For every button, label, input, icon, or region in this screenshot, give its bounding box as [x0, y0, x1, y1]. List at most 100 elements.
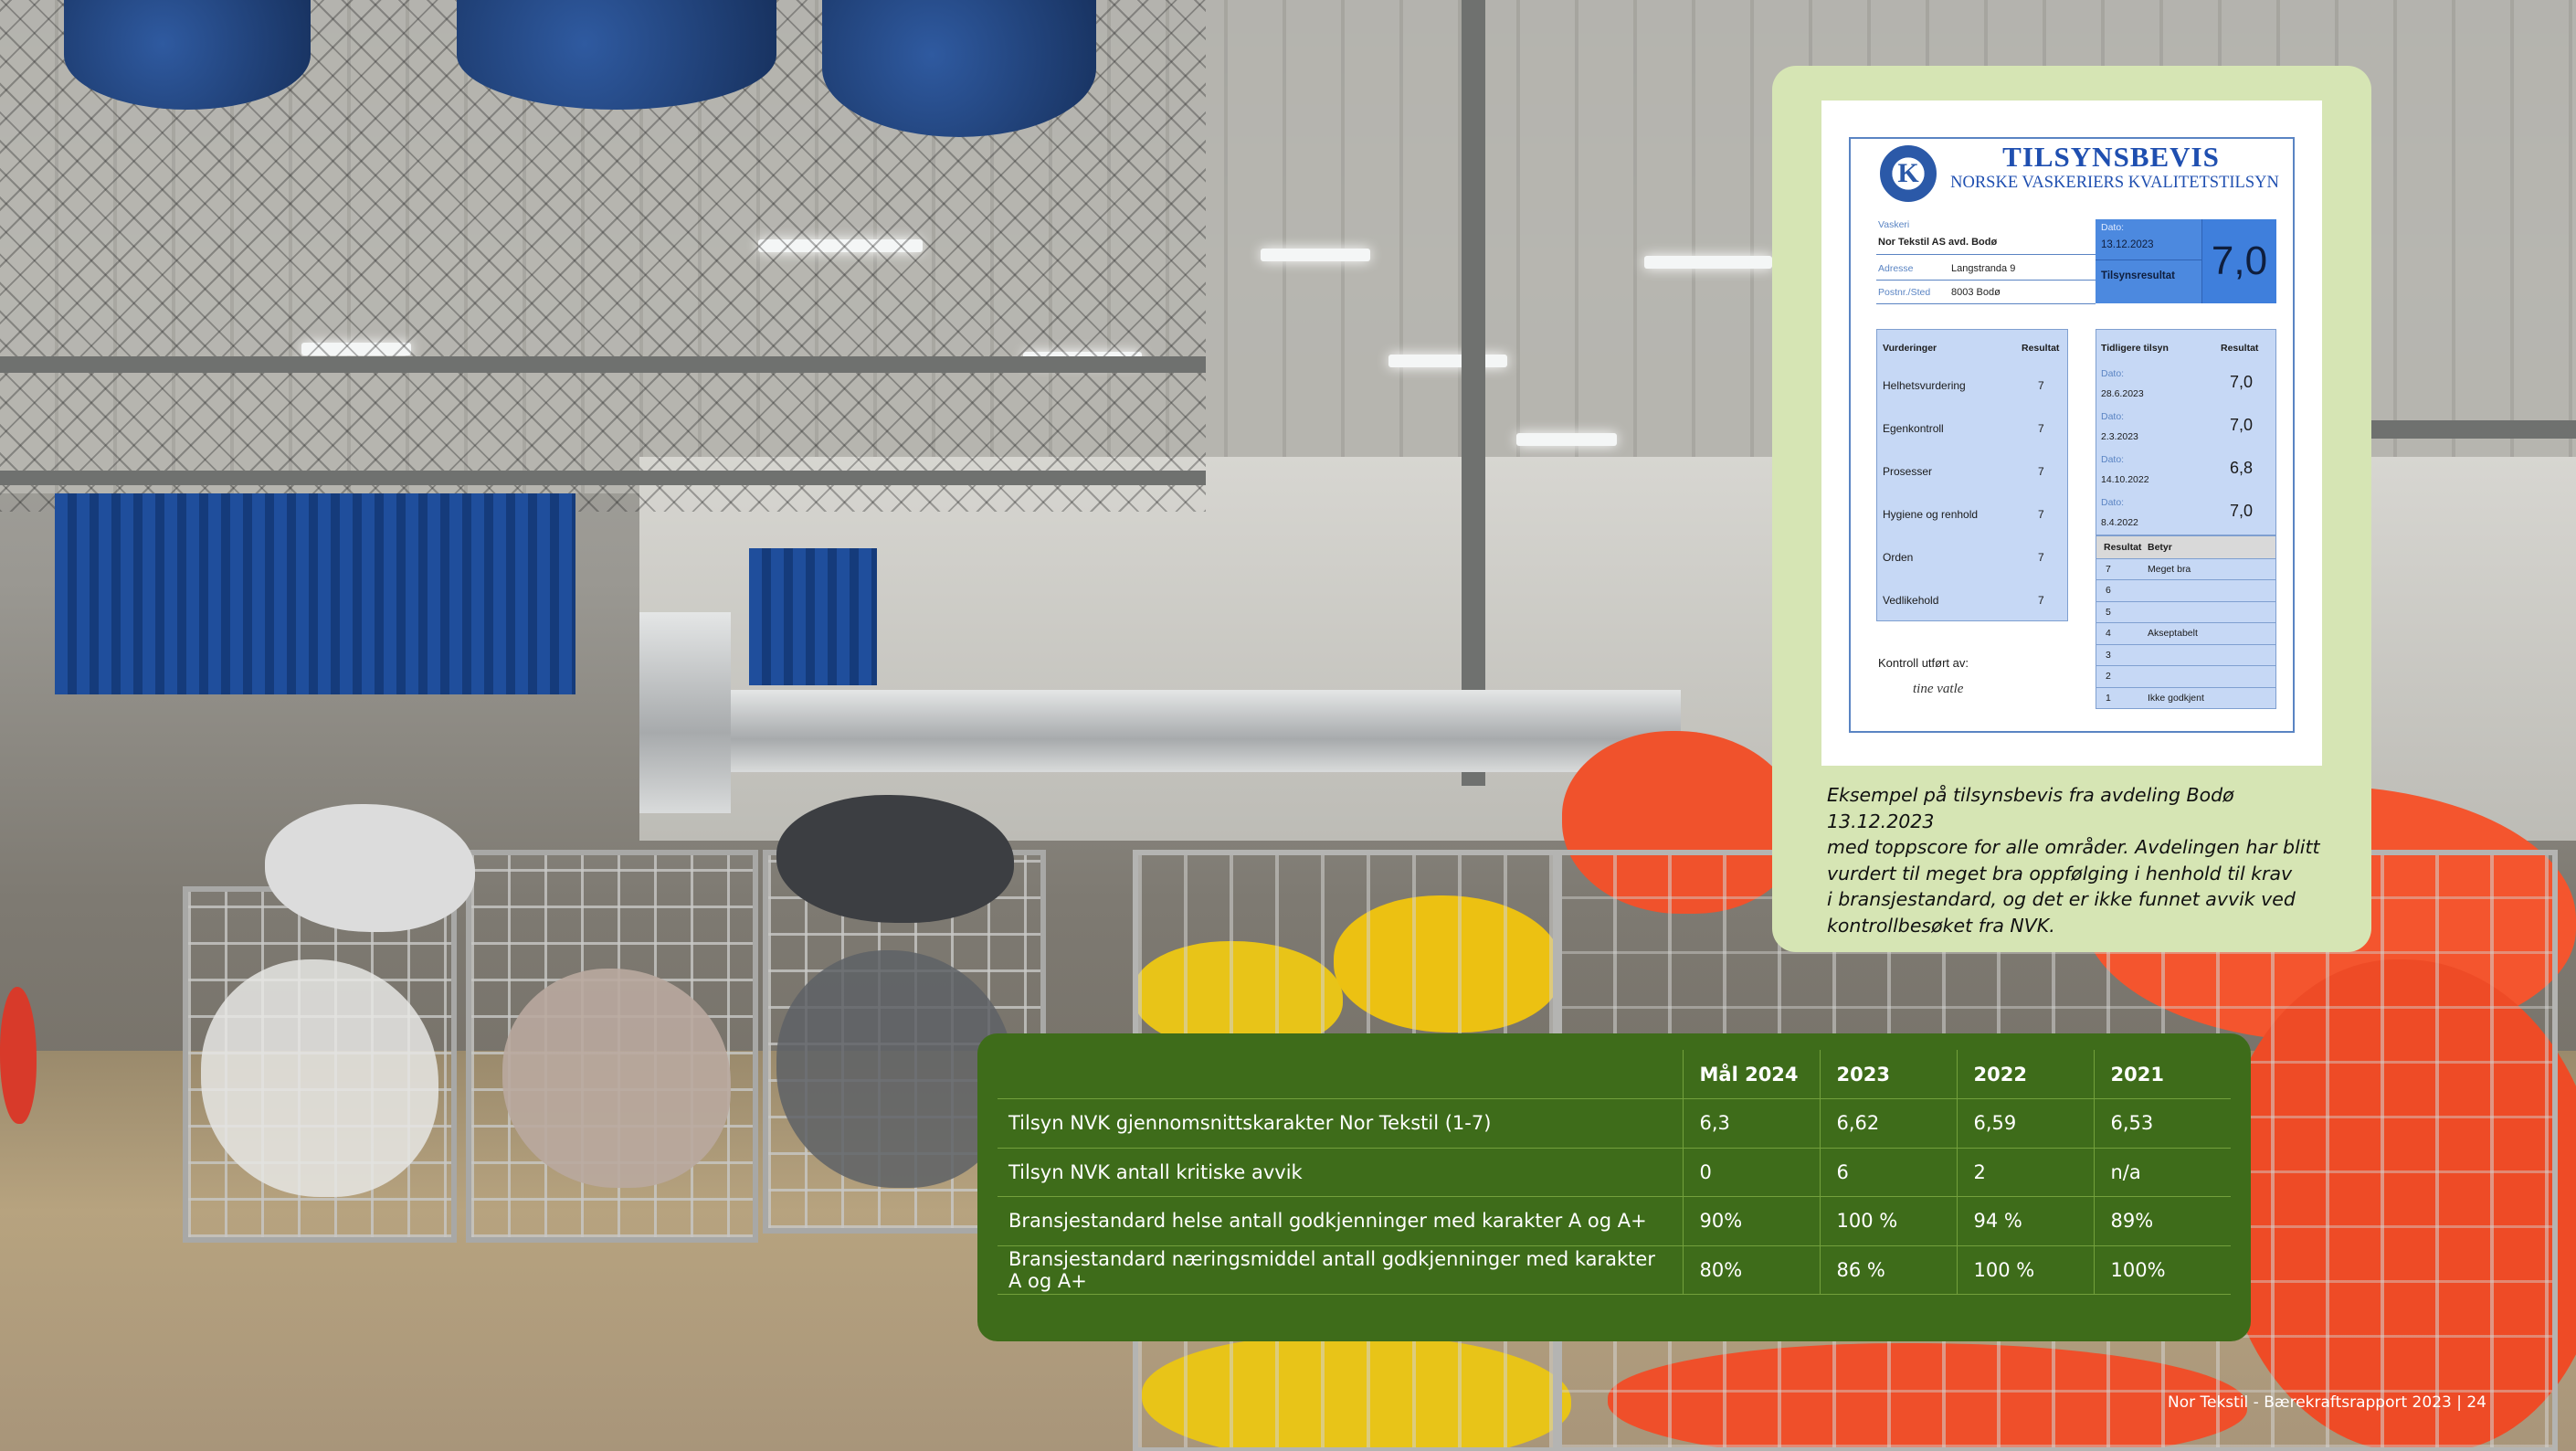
assessments-box: Vurderinger Resultat Helhetsvurdering 7 …	[1876, 329, 2068, 621]
table-cell: 80%	[1682, 1245, 1820, 1295]
row-label: Tilsyn NVK antall kritiske avvik	[998, 1148, 1683, 1197]
blue-garments	[749, 548, 877, 685]
assessment-label: Egenkontroll	[1883, 422, 1944, 435]
ceiling-light	[1261, 249, 1370, 261]
steel-beam	[0, 356, 1206, 373]
nvk-logo-icon: K	[1880, 145, 1937, 202]
ceiling-light	[1644, 256, 1772, 269]
previous-date: 8.4.2022	[2101, 517, 2138, 528]
scale-row: 2	[2096, 665, 2275, 687]
overhead-bag	[457, 0, 776, 110]
field-value: Nor Tekstil AS avd. Bodø	[1878, 237, 1998, 248]
table-row: Tilsyn NVK gjennomsnittskarakter Nor Tek…	[998, 1098, 2231, 1149]
assessment-value: 7	[2038, 594, 2044, 607]
field-label: Adresse	[1878, 263, 1914, 274]
assessment-label: Vedlikehold	[1883, 594, 1939, 607]
row-label: Bransjestandard næringsmiddel antall god…	[998, 1245, 1683, 1295]
assessment-label: Hygiene og renhold	[1883, 508, 1979, 521]
inspection-date: 13.12.2023	[2101, 239, 2154, 250]
previous-date: 28.6.2023	[2101, 388, 2144, 399]
overhead-bag	[64, 0, 311, 110]
signature: tine vatle	[1913, 682, 1964, 696]
field-divider	[1876, 254, 2096, 255]
table-cell: 6,3	[1682, 1098, 1820, 1149]
certificate-image: K TILSYNSBEVIS NORSKE VASKERIERS KVALITE…	[1821, 101, 2322, 766]
assessment-value: 7	[2038, 422, 2044, 435]
field-label: Postnr./Sted	[1878, 287, 1931, 298]
inspection-result-box: Dato: 13.12.2023 Tilsynsresultat 7,0	[2096, 219, 2276, 303]
white-sack	[265, 804, 475, 932]
assessment-value: 7	[2038, 465, 2044, 478]
previous-score: 7,0	[2230, 416, 2254, 434]
inspection-score: 7,0	[2211, 238, 2268, 283]
field-label: Vaskeri	[1878, 219, 1910, 230]
previous-score: 7,0	[2230, 373, 2254, 391]
certificate-frame: K TILSYNSBEVIS NORSKE VASKERIERS KVALITE…	[1849, 137, 2295, 733]
table-row: Tilsyn NVK antall kritiske avvik 0 6 2 n…	[998, 1148, 2231, 1197]
column-header: 2021	[2093, 1050, 2231, 1099]
table-cell: 90%	[1682, 1196, 1820, 1246]
overhead-bag	[822, 0, 1096, 137]
table-cell: 2	[1956, 1148, 2094, 1197]
ceiling-light	[1516, 433, 1617, 446]
field-value: Langstranda 9	[1951, 263, 2016, 274]
grey-sack	[776, 795, 1014, 923]
table-cell: 86 %	[1819, 1245, 1957, 1295]
scale-row: 1 Ikke godkjent	[2096, 686, 2275, 709]
table-cell: 6	[1819, 1148, 1957, 1197]
previous-score: 6,8	[2230, 459, 2254, 477]
assessment-label: Orden	[1883, 551, 1914, 564]
assessment-value: 7	[2038, 508, 2044, 521]
ventilation-duct	[639, 612, 731, 813]
kpi-table-panel: Mål 2024 2023 2022 2021 Tilsyn NVK gjenn…	[977, 1033, 2251, 1341]
red-sack	[0, 987, 37, 1124]
table-cell: 6,53	[2093, 1098, 2231, 1149]
scale-row: 4 Akseptabelt	[2096, 622, 2275, 644]
table-row: Bransjestandard helse antall godkjenning…	[998, 1196, 2231, 1246]
field-divider	[1876, 280, 2096, 281]
assessment-value: 7	[2038, 551, 2044, 564]
previous-score: 7,0	[2230, 502, 2254, 520]
column-header	[998, 1050, 1683, 1099]
table-cell: 100 %	[1956, 1245, 2094, 1295]
previous-date: 14.10.2022	[2101, 474, 2149, 485]
column-header: Mål 2024	[1682, 1050, 1820, 1099]
certificate-subtitle: NORSKE VASKERIERS KVALITETSTILSYN	[1950, 174, 2279, 192]
assessment-label: Helhetsvurdering	[1883, 379, 1966, 392]
ceiling-light	[1388, 355, 1507, 367]
previous-inspections-box: Tidligere tilsyn Resultat Dato: 28.6.202…	[2096, 329, 2276, 535]
table-cell: 89%	[2093, 1196, 2231, 1246]
assessment-value: 7	[2038, 379, 2044, 392]
column-header: 2022	[1956, 1050, 2094, 1099]
scale-row: 3	[2096, 643, 2275, 666]
table-cell: n/a	[2093, 1148, 2231, 1197]
field-value: 8003 Bodø	[1951, 287, 2001, 298]
ventilation-duct	[731, 690, 1681, 772]
table-row: Bransjestandard næringsmiddel antall god…	[998, 1245, 2231, 1295]
table-cell: 6,62	[1819, 1098, 1957, 1149]
steel-beam	[0, 471, 1206, 485]
scale-row: 5	[2096, 600, 2275, 623]
signature-label: Kontroll utført av:	[1878, 656, 1969, 670]
table-cell: 6,59	[1956, 1098, 2094, 1149]
page-footer: Nor Tekstil - Bærekraftsrapport 2023 | 2…	[2168, 1393, 2486, 1412]
certificate-title: TILSYNSBEVIS	[2002, 141, 2220, 173]
row-label: Bransjestandard helse antall godkjenning…	[998, 1196, 1683, 1246]
previous-date: 2.3.2023	[2101, 431, 2138, 442]
scale-row: 7 Meget bra	[2096, 557, 2275, 580]
field-divider	[1876, 303, 2096, 304]
table-cell: 100 %	[1819, 1196, 1957, 1246]
grading-scale: Resultat Betyr 7 Meget bra 6 5 4 Akseptabel…	[2096, 535, 2276, 709]
table-cell: 0	[1682, 1148, 1820, 1197]
table-header-row: Mål 2024 2023 2022 2021	[998, 1050, 2231, 1099]
blue-garments	[55, 493, 575, 694]
row-label: Tilsyn NVK gjennomsnittskarakter Nor Tek…	[998, 1098, 1683, 1149]
table-cell: 94 %	[1956, 1196, 2094, 1246]
column-header: 2023	[1819, 1050, 1957, 1099]
kpi-table: Mål 2024 2023 2022 2021 Tilsyn NVK gjenn…	[998, 1050, 2231, 1295]
certificate-caption: Eksempel på tilsynsbevis fra avdeling Bo…	[1827, 784, 2320, 937]
table-cell: 100%	[2093, 1245, 2231, 1295]
scale-row: 6	[2096, 579, 2275, 601]
certificate-card: K TILSYNSBEVIS NORSKE VASKERIERS KVALITE…	[1772, 66, 2371, 952]
steel-column	[1462, 0, 1485, 786]
